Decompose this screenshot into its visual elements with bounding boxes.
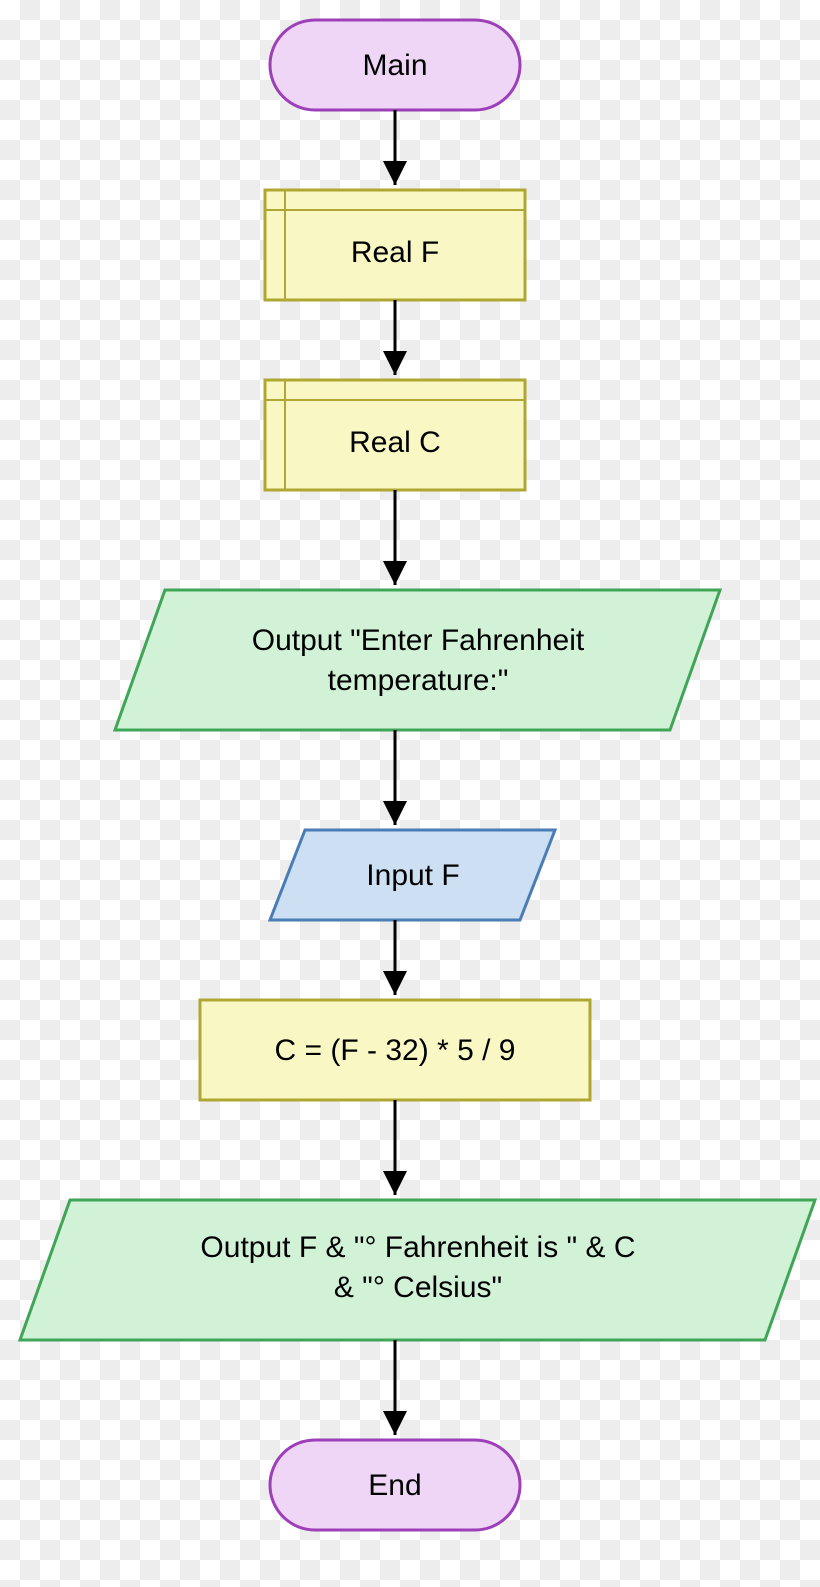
- flowchart-canvas: Main Real F Real C Output "Enter Fahrenh…: [0, 0, 820, 1587]
- node-out1-label-line1: Output "Enter Fahrenheit: [252, 624, 585, 657]
- node-start-label: Main: [362, 49, 427, 82]
- node-declF: Real F: [265, 190, 525, 300]
- node-declC: Real C: [265, 380, 525, 490]
- node-out1: Output "Enter Fahrenheit temperature:": [115, 590, 720, 730]
- node-declC-label: Real C: [349, 426, 441, 459]
- node-end: End: [270, 1440, 520, 1530]
- node-declF-label: Real F: [351, 236, 439, 269]
- node-proc1: C = (F - 32) * 5 / 9: [200, 1000, 590, 1100]
- node-in1-label: Input F: [366, 859, 459, 892]
- node-in1: Input F: [270, 830, 555, 920]
- node-out2-label-line2: & "° Celsius": [334, 1271, 502, 1304]
- node-out2-label-line1: Output F & "° Fahrenheit is " & C: [200, 1231, 635, 1264]
- node-out2: Output F & "° Fahrenheit is " & C & "° C…: [20, 1200, 815, 1340]
- node-out1-label-line2: temperature:": [328, 664, 509, 697]
- node-end-label: End: [368, 1469, 421, 1502]
- node-proc1-label: C = (F - 32) * 5 / 9: [275, 1034, 516, 1067]
- node-start: Main: [270, 20, 520, 110]
